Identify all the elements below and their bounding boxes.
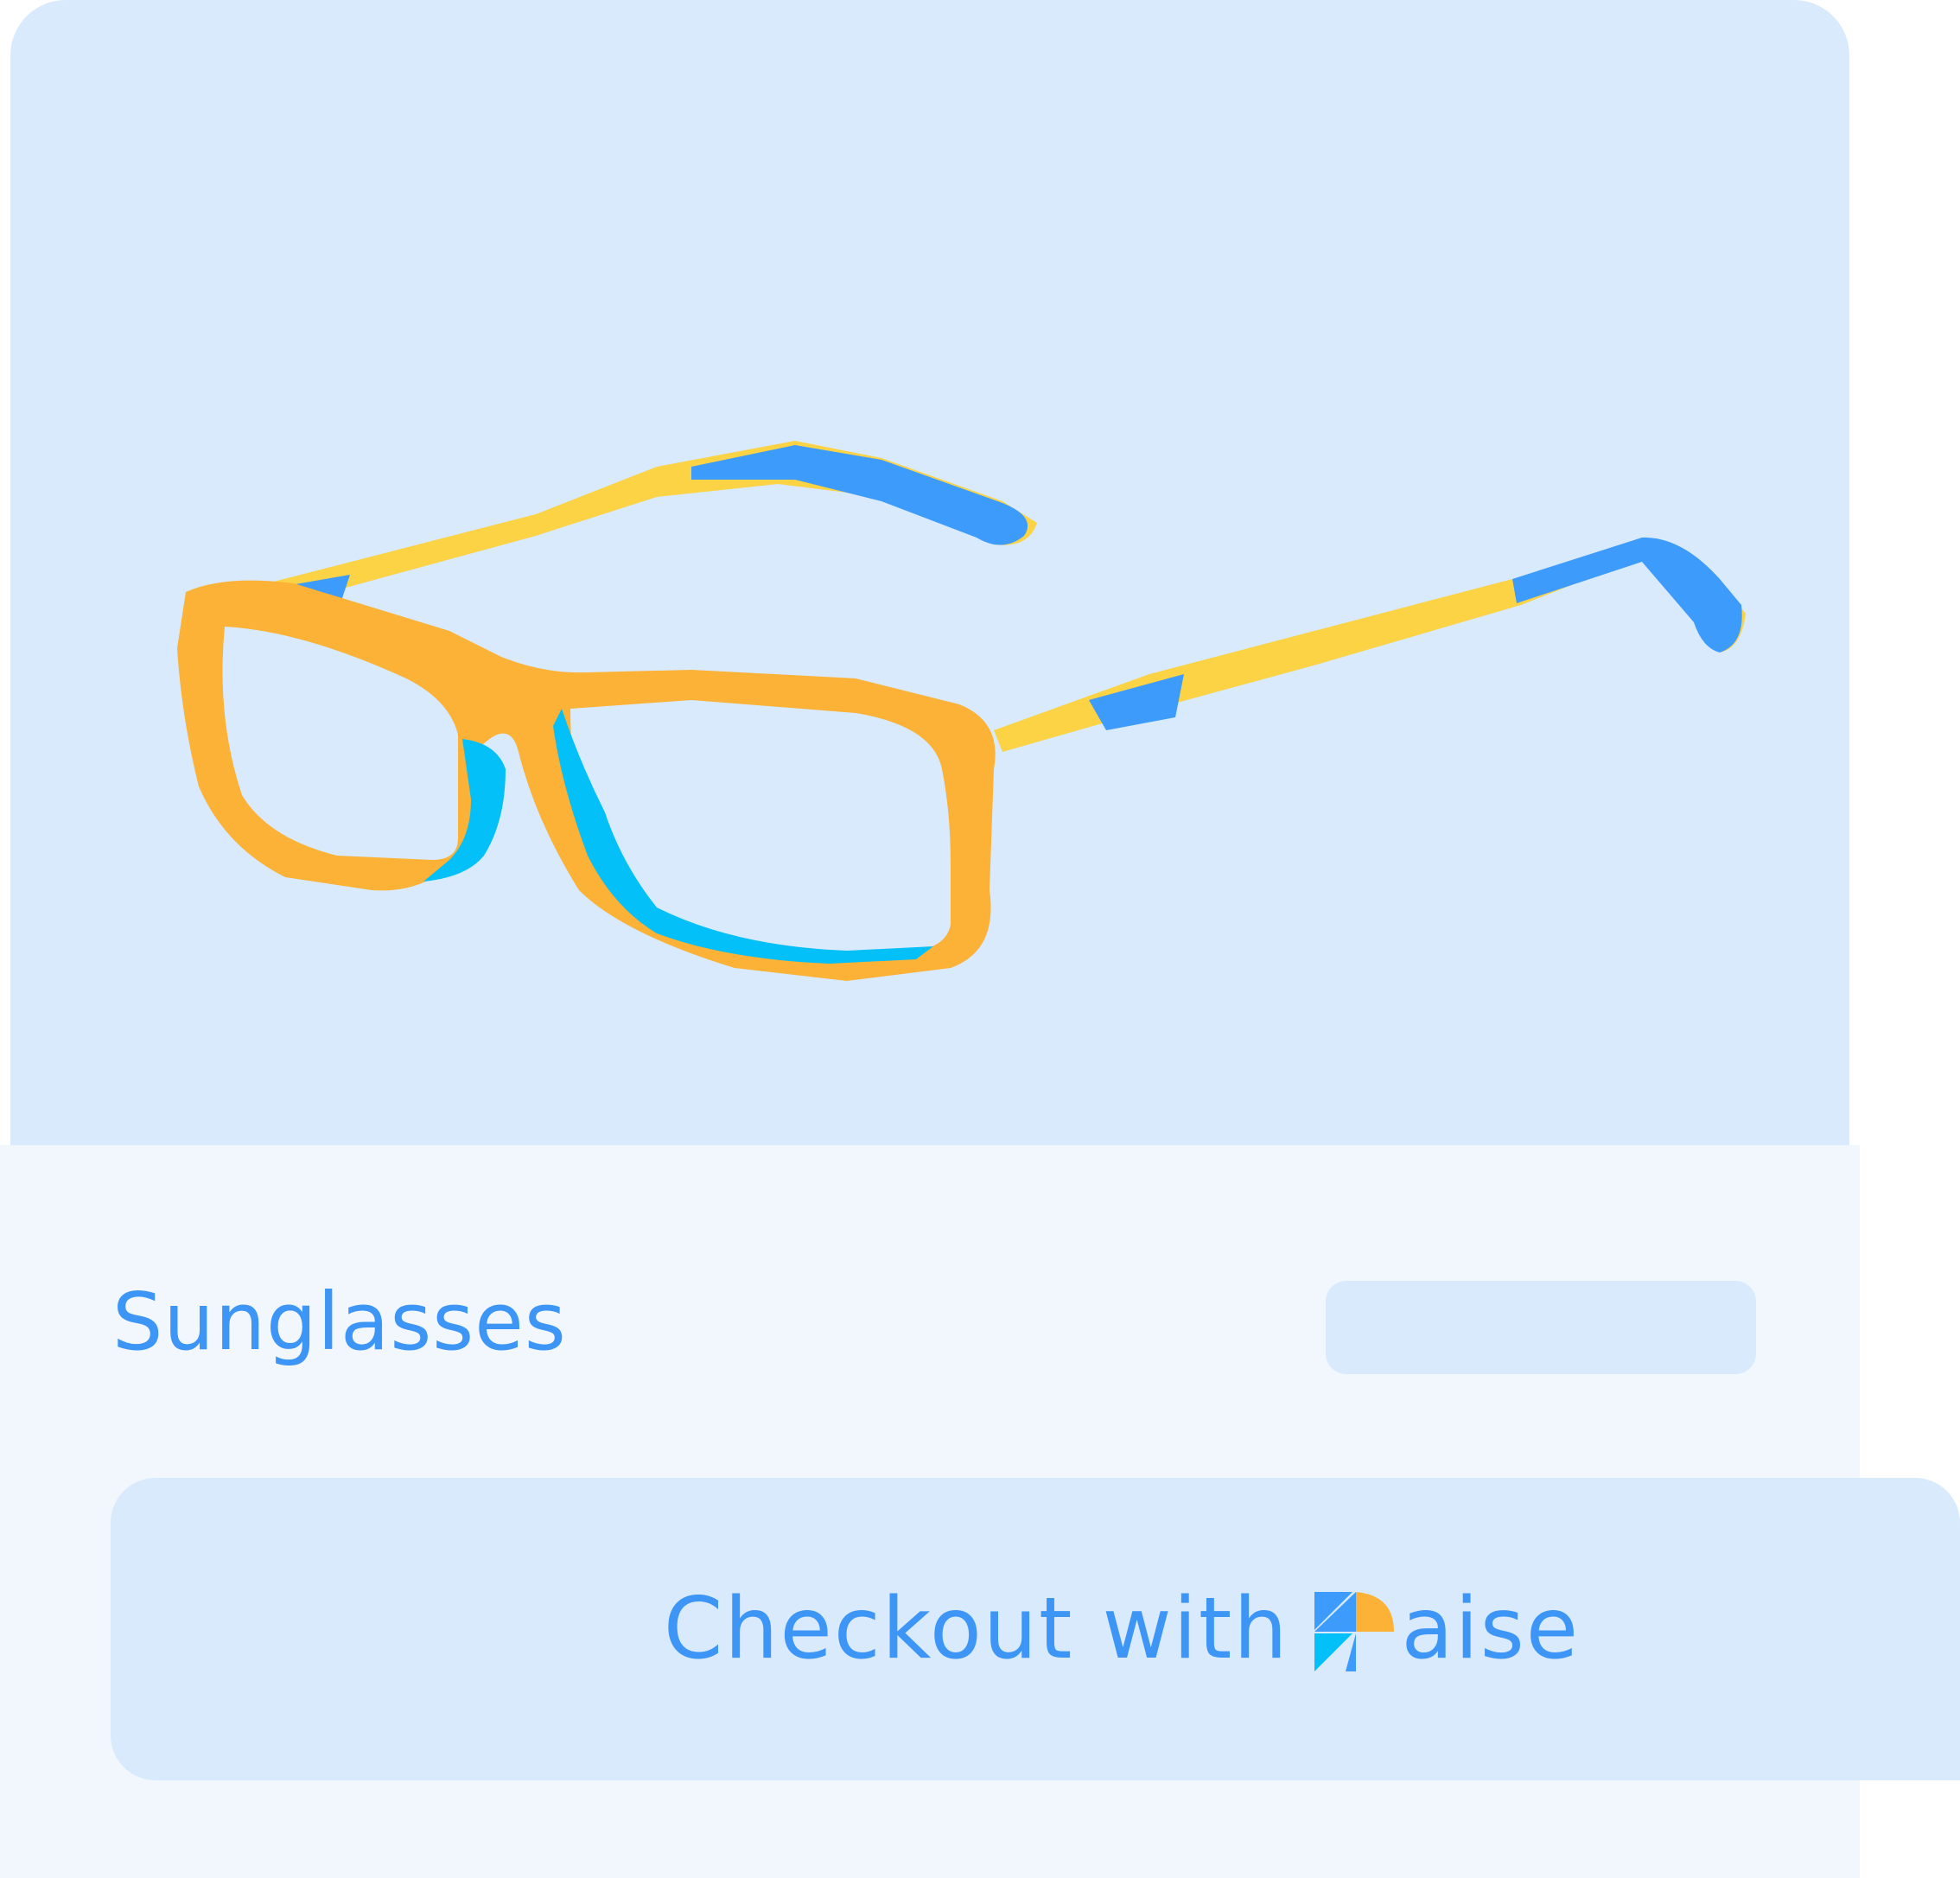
price-placeholder (1326, 1281, 1756, 1374)
paise-brand-text: aise (1401, 1580, 1581, 1678)
paise-logo-icon (1314, 1592, 1395, 1671)
checkout-content: Checkout with aise (664, 1580, 1580, 1678)
near-temple-tip (1512, 537, 1742, 653)
product-name: Sunglasses (112, 1276, 567, 1368)
paise-brand: aise (1314, 1580, 1580, 1678)
eyeglasses-icon (177, 441, 1746, 981)
checkout-label: Checkout with (663, 1580, 1289, 1678)
far-temple-tip (691, 445, 1028, 545)
checkout-button[interactable]: Checkout with aise (111, 1478, 1960, 1780)
far-temple-arm (233, 441, 1037, 592)
